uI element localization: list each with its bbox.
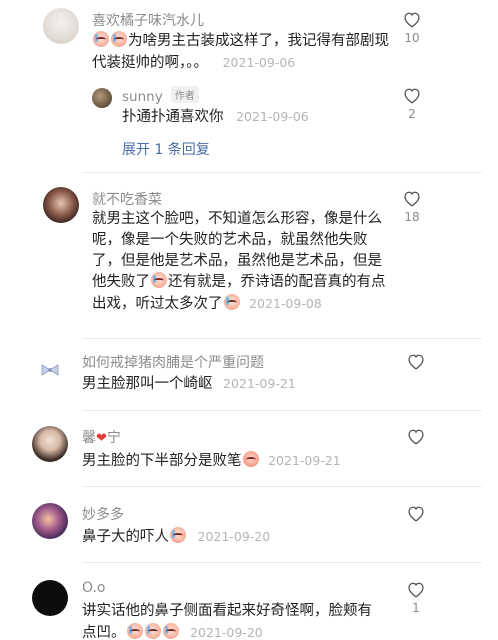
reply-username[interactable]: sunny 作者: [122, 86, 199, 105]
comment-username[interactable]: 妙多多: [82, 504, 124, 524]
crying-laughing-emoji-icon: [170, 527, 186, 543]
comment-username[interactable]: 就不吃香菜: [92, 189, 162, 209]
crying-laughing-emoji-icon: [151, 272, 167, 288]
divider: [82, 338, 482, 339]
avatar[interactable]: [32, 503, 68, 539]
bow-icon: [41, 364, 59, 376]
divider: [82, 172, 482, 173]
heart-outline-icon: [408, 582, 424, 598]
heart-outline-icon: [404, 12, 420, 28]
comment-text: 男主脸那叫一个崎岖 2021-09-21: [82, 376, 296, 392]
avatar[interactable]: [40, 362, 60, 378]
crying-laughing-emoji-icon: [162, 623, 179, 639]
divider: [82, 410, 482, 411]
like-count: 2: [408, 107, 416, 121]
like-button[interactable]: [401, 352, 431, 373]
like-button[interactable]: [401, 427, 431, 448]
expand-replies-link[interactable]: 展开 1 条回复: [122, 139, 210, 159]
red-heart-emoji: ❤: [96, 431, 107, 446]
like-button[interactable]: 10: [397, 10, 427, 45]
author-badge: 作者: [170, 86, 199, 103]
avatar[interactable]: [43, 187, 79, 223]
crying-laughing-emoji-icon: [126, 623, 143, 639]
crying-laughing-emoji-icon: [242, 451, 259, 467]
like-count: 18: [404, 210, 420, 224]
reply-time: 2021-09-06: [236, 109, 309, 124]
comment-text: 鼻子大的吓人 2021-09-20: [82, 527, 271, 545]
comment-text-line: 为啥男主古装成这样了，我记得有部剧现: [128, 33, 389, 49]
like-button[interactable]: [401, 504, 431, 525]
reply-text: 扑通扑通喜欢你 2021-09-06: [122, 109, 309, 125]
comment-time: 2021-09-20: [197, 529, 271, 544]
crying-laughing-emoji-icon: [93, 31, 109, 47]
avatar[interactable]: [43, 8, 79, 44]
comment-username[interactable]: O.o: [82, 580, 105, 596]
crying-laughing-emoji-icon: [223, 294, 240, 310]
comment-text: 就男主这个脸吧，不知道怎么形容，像是什么 呢，像是一个失败的艺术品，就虽然他失败…: [92, 211, 386, 312]
comment-username[interactable]: 馨❤宁: [82, 427, 121, 447]
divider: [82, 562, 482, 563]
comment-time: 2021-09-08: [249, 296, 322, 311]
comment-username[interactable]: 喜欢橘子味汽水儿: [92, 10, 204, 30]
like-count: 10: [404, 31, 420, 45]
comment-text: 讲实话他的鼻子侧面看起来好奇怪啊，脸颊有 点凹。 2021-09-20: [82, 603, 372, 640]
avatar[interactable]: [32, 426, 68, 462]
heart-outline-icon: [408, 506, 424, 522]
heart-outline-icon: [408, 354, 424, 370]
reply-like-button[interactable]: 2: [397, 86, 427, 121]
comment-time: 2021-09-20: [190, 625, 263, 640]
like-count: 1: [412, 601, 420, 615]
like-button[interactable]: 1: [401, 580, 431, 615]
heart-outline-icon: [408, 429, 424, 445]
comment-time: 2021-09-21: [223, 376, 296, 391]
divider: [82, 486, 482, 487]
comment-text-line: 代装挺帅的啊，。。: [92, 55, 208, 71]
comment-time: 2021-09-21: [268, 453, 341, 468]
crying-laughing-emoji-icon: [111, 31, 127, 47]
comment-text: 为啥男主古装成这样了，我记得有部剧现 代装挺帅的啊，。。 2021-09-06: [92, 31, 412, 74]
like-button[interactable]: 18: [397, 189, 427, 224]
comment-text: 男主脸的下半部分是败笔 2021-09-21: [82, 451, 341, 469]
crying-laughing-emoji-icon: [144, 623, 161, 639]
comment-time: 2021-09-06: [222, 55, 296, 70]
heart-outline-icon: [404, 191, 420, 207]
avatar[interactable]: [32, 580, 68, 616]
comment-username[interactable]: 如何戒掉猪肉脯是个严重问题: [82, 352, 264, 372]
heart-outline-icon: [404, 88, 420, 104]
reply-avatar[interactable]: [92, 88, 112, 108]
